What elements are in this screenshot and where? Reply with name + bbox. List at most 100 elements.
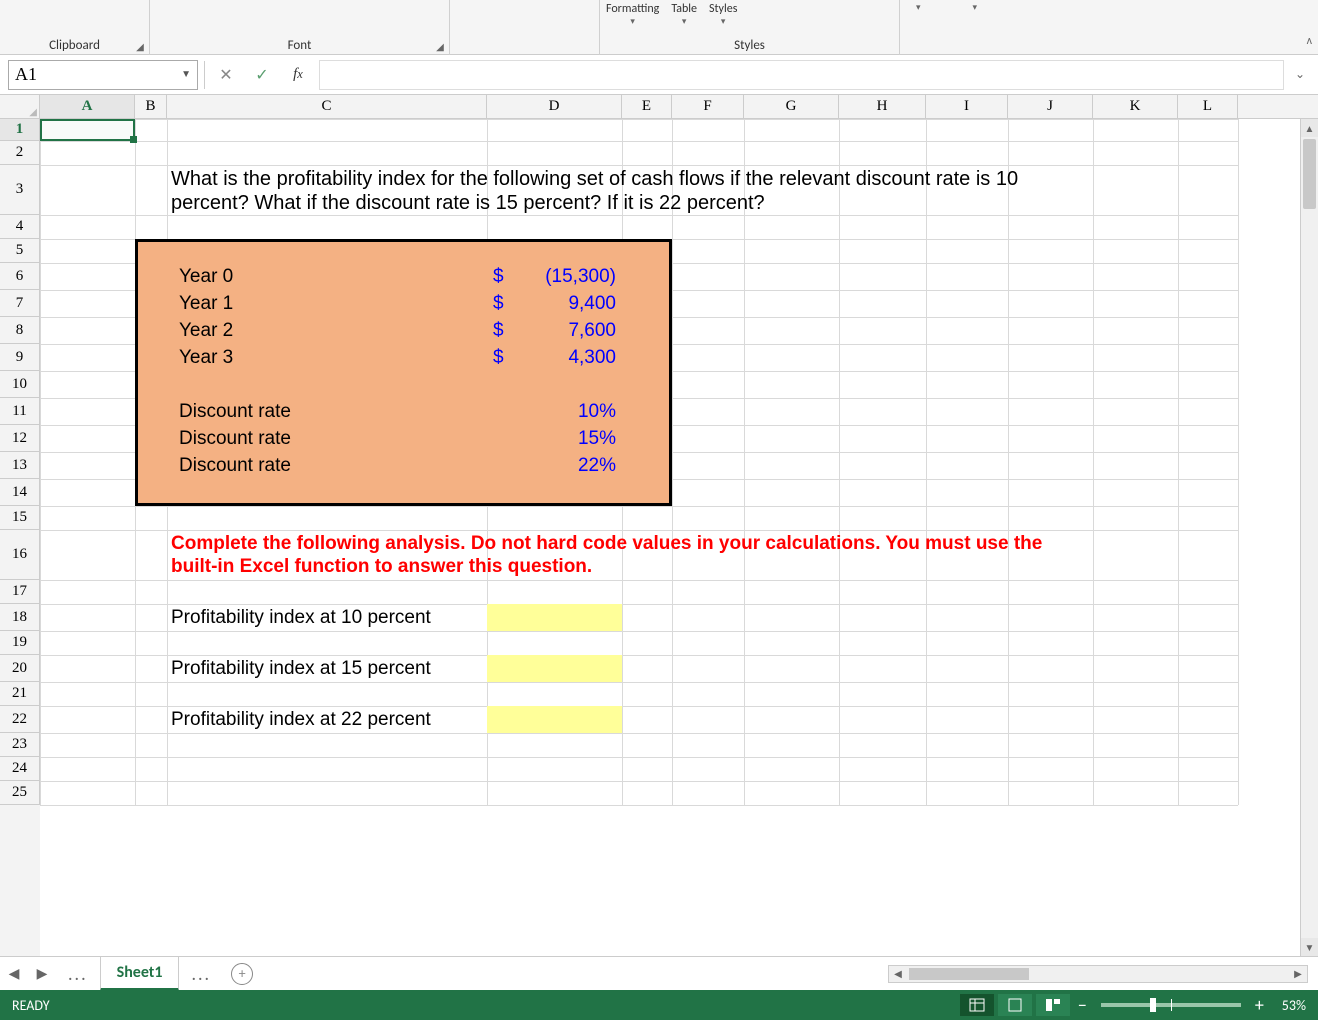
row-header-4[interactable]: 4 — [0, 215, 40, 239]
row-header-1[interactable]: 1 — [0, 119, 40, 141]
column-headers: ABCDEFGHIJKL — [0, 95, 1318, 119]
sheet-tab-active[interactable]: Sheet1 — [100, 956, 180, 991]
row-header-6[interactable]: 6 — [0, 263, 40, 290]
column-header-E[interactable]: E — [622, 95, 672, 118]
scroll-left-icon[interactable]: ◀ — [889, 967, 907, 980]
tab-overflow-button[interactable]: ... — [179, 963, 223, 985]
cells-area[interactable]: ▲ ▼ What is the profitability index for … — [40, 119, 1318, 956]
answer-input-cell[interactable] — [487, 604, 622, 631]
tab-scroll-right-button[interactable]: ▶ — [28, 965, 56, 982]
zoom-out-button[interactable]: − — [1072, 994, 1093, 1016]
active-cell-selection — [40, 119, 135, 141]
scroll-right-icon[interactable]: ▶ — [1289, 967, 1307, 980]
row-header-10[interactable]: 10 — [0, 371, 40, 398]
status-bar: READY − + 53% — [0, 990, 1318, 1020]
rate-value: 15% — [487, 425, 616, 452]
ribbon-group-label: Styles — [734, 38, 765, 53]
answer-input-cell[interactable] — [487, 706, 622, 733]
row-header-16[interactable]: 16 — [0, 530, 40, 580]
ribbon-dropdown[interactable]: ▾ — [967, 2, 984, 13]
row-header-11[interactable]: 11 — [0, 398, 40, 425]
row-header-13[interactable]: 13 — [0, 452, 40, 479]
column-header-I[interactable]: I — [926, 95, 1008, 118]
row-header-14[interactable]: 14 — [0, 479, 40, 506]
tab-menu-button[interactable]: ... — [56, 963, 100, 985]
row-header-9[interactable]: 9 — [0, 344, 40, 371]
ribbon-group-blank — [450, 0, 600, 55]
cashflow-value: 9,400 — [487, 290, 616, 317]
column-header-F[interactable]: F — [672, 95, 744, 118]
dialog-launcher-icon[interactable]: ◢ — [433, 39, 447, 53]
row-header-19[interactable]: 19 — [0, 631, 40, 655]
row-header-15[interactable]: 15 — [0, 506, 40, 530]
status-mode: READY — [12, 997, 50, 1014]
row-header-2[interactable]: 2 — [0, 141, 40, 165]
new-sheet-button[interactable]: + — [231, 963, 253, 985]
zoom-in-button[interactable]: + — [1249, 994, 1270, 1016]
row-header-21[interactable]: 21 — [0, 682, 40, 706]
scrollbar-thumb[interactable] — [909, 968, 1029, 980]
ribbon-group-font: Font ◢ — [150, 0, 450, 55]
column-header-D[interactable]: D — [487, 95, 622, 118]
rate-label: Discount rate — [179, 452, 487, 479]
row-header-17[interactable]: 17 — [0, 580, 40, 604]
cashflow-value: (15,300) — [487, 263, 616, 290]
ribbon-group-label: Clipboard — [49, 38, 100, 53]
cancel-formula-button[interactable]: ✕ — [211, 61, 241, 89]
name-box[interactable]: A1 ▼ — [8, 60, 198, 90]
row-header-25[interactable]: 25 — [0, 781, 40, 805]
column-header-B[interactable]: B — [135, 95, 167, 118]
column-header-C[interactable]: C — [167, 95, 487, 118]
column-header-K[interactable]: K — [1093, 95, 1178, 118]
row-header-7[interactable]: 7 — [0, 290, 40, 317]
page-break-view-button[interactable] — [1036, 994, 1070, 1016]
cashflow-label: Year 3 — [179, 344, 487, 371]
tab-scroll-left-button[interactable]: ◀ — [0, 965, 28, 982]
row-header-5[interactable]: 5 — [0, 239, 40, 263]
cashflow-value: 7,600 — [487, 317, 616, 344]
column-header-A[interactable]: A — [40, 95, 135, 118]
row-header-23[interactable]: 23 — [0, 733, 40, 757]
scrollbar-thumb[interactable] — [1303, 139, 1316, 209]
row-header-22[interactable]: 22 — [0, 706, 40, 733]
column-header-G[interactable]: G — [744, 95, 839, 118]
ribbon-dropdown[interactable]: ▾ — [910, 2, 927, 13]
page-layout-view-button[interactable] — [998, 994, 1032, 1016]
collapse-ribbon-icon[interactable]: ʌ — [1307, 34, 1312, 48]
row-header-3[interactable]: 3 — [0, 165, 40, 215]
enter-formula-button[interactable]: ✓ — [247, 61, 277, 89]
sheet-tabs-row: ◀ ▶ ... Sheet1 ... + ◀ ▶ — [0, 956, 1318, 990]
scroll-down-icon[interactable]: ▼ — [1301, 938, 1318, 956]
row-header-12[interactable]: 12 — [0, 425, 40, 452]
dialog-launcher-icon[interactable]: ◢ — [133, 39, 147, 53]
expand-formula-bar-icon[interactable]: ⌄ — [1290, 67, 1310, 82]
chevron-down-icon: ▾ — [916, 2, 921, 13]
column-header-J[interactable]: J — [1008, 95, 1093, 118]
chevron-down-icon[interactable]: ▼ — [181, 69, 191, 80]
row-header-18[interactable]: 18 — [0, 604, 40, 631]
vertical-scrollbar[interactable]: ▲ ▼ — [1300, 119, 1318, 956]
ribbon-group-label: Font — [288, 38, 312, 53]
row-header-20[interactable]: 20 — [0, 655, 40, 682]
name-box-value: A1 — [15, 64, 37, 85]
chevron-down-icon: ▾ — [973, 2, 978, 13]
insert-function-button[interactable]: fx — [283, 61, 313, 89]
horizontal-scrollbar[interactable]: ◀ ▶ — [888, 965, 1308, 983]
column-header-L[interactable]: L — [1178, 95, 1238, 118]
spreadsheet-grid[interactable]: ABCDEFGHIJKL 123456789101112131415161718… — [0, 95, 1318, 956]
formula-input[interactable] — [319, 60, 1284, 90]
cashflow-value: 4,300 — [487, 344, 616, 371]
ribbon: Clipboard ◢ Font ◢ Formatting▾ Table▾ St… — [0, 0, 1318, 55]
row-header-24[interactable]: 24 — [0, 757, 40, 781]
zoom-slider[interactable] — [1101, 1003, 1241, 1007]
ribbon-group-clipboard: Clipboard ◢ — [0, 0, 150, 55]
zoom-level[interactable]: 53% — [1282, 997, 1306, 1014]
answer-input-cell[interactable] — [487, 655, 622, 682]
rate-label: Discount rate — [179, 425, 487, 452]
scroll-up-icon[interactable]: ▲ — [1301, 119, 1318, 137]
rate-label: Discount rate — [179, 398, 487, 425]
row-header-8[interactable]: 8 — [0, 317, 40, 344]
normal-view-button[interactable] — [960, 994, 994, 1016]
select-all-corner[interactable] — [0, 95, 40, 118]
column-header-H[interactable]: H — [839, 95, 926, 118]
